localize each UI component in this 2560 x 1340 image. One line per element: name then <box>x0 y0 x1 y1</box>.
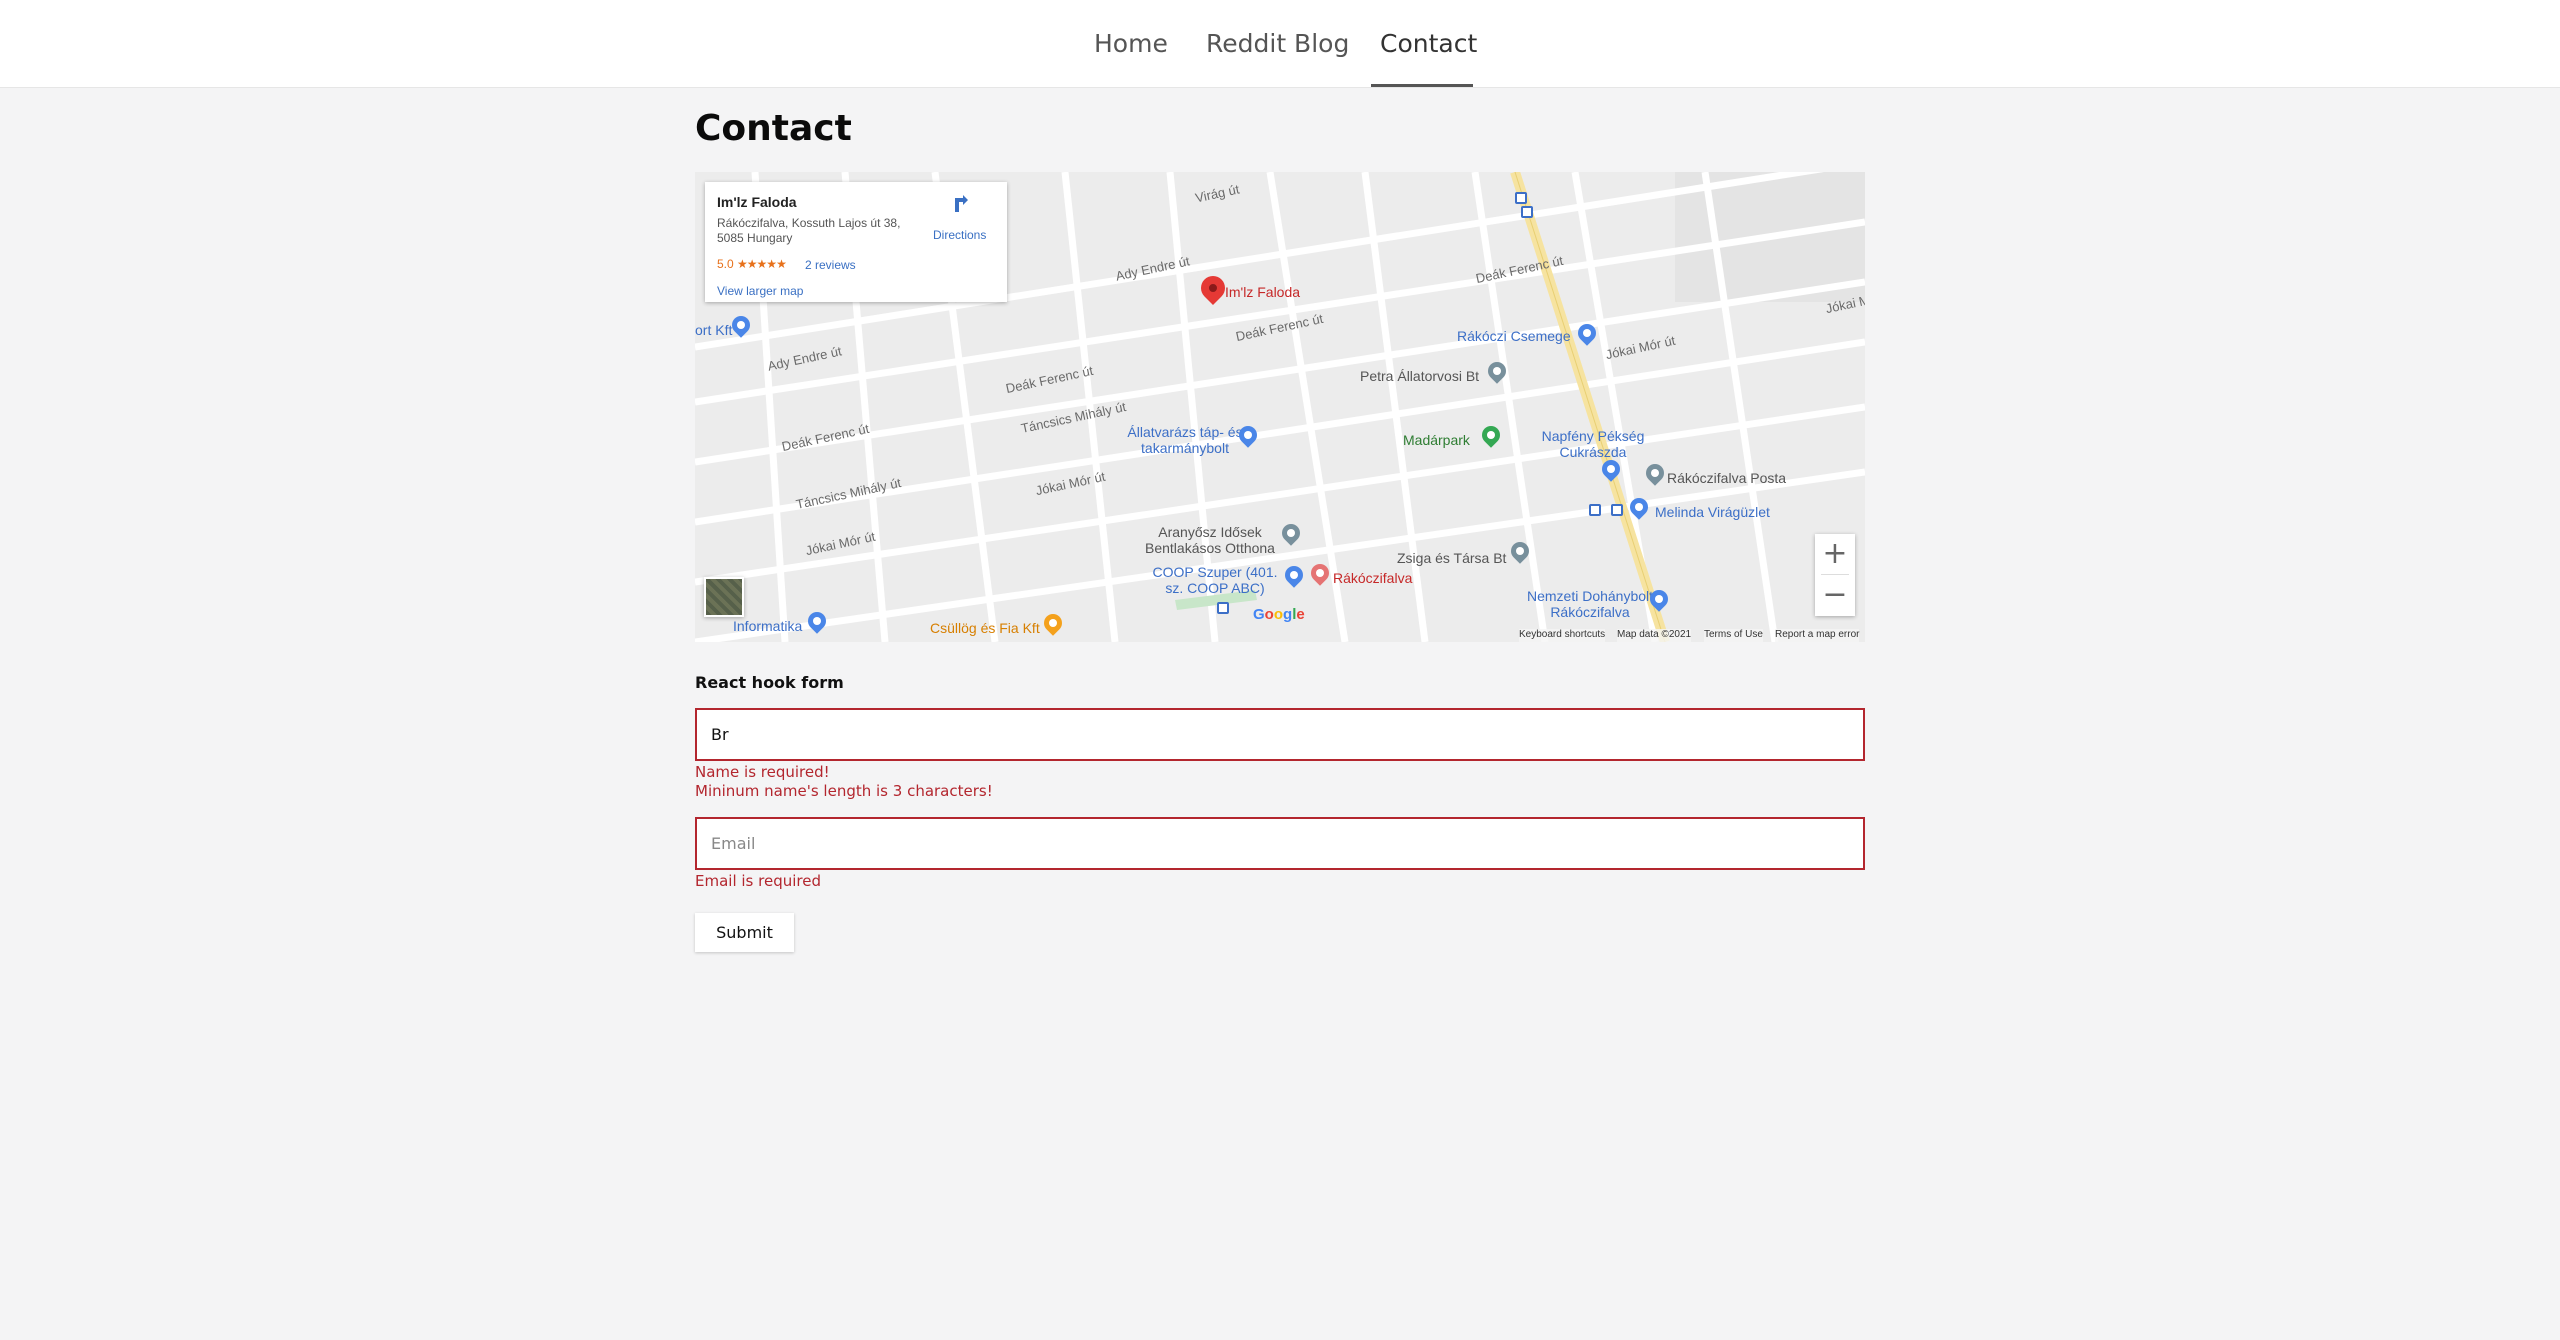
zoom-in-button[interactable]: + <box>1815 534 1855 574</box>
directions-icon[interactable] <box>951 194 973 216</box>
place-info-card: Im'lz Faloda Rákóczifalva, Kossuth Lajos… <box>705 182 1007 302</box>
poi-label[interactable]: Napfény Pékség Cukrászda <box>1533 428 1653 460</box>
zoom-out-button[interactable]: − <box>1815 575 1855 615</box>
name-length-error: Mininum name's length is 3 characters! <box>695 782 993 800</box>
satellite-toggle-button[interactable] <box>704 577 744 617</box>
poi-label[interactable]: Petra Állatorvosi Bt <box>1360 368 1479 384</box>
report-map-error-link[interactable]: Report a map error <box>1775 629 1860 642</box>
rating-value: 5.0 <box>717 257 734 271</box>
place-marker-label[interactable]: Im'lz Faloda <box>1225 284 1300 300</box>
rating-stars: ★★★★★ <box>737 257 787 271</box>
email-required-error: Email is required <box>695 872 821 890</box>
poi-label[interactable]: COOP Szuper (401. sz. COOP ABC) <box>1150 564 1280 596</box>
active-nav-indicator <box>1371 84 1473 87</box>
poi-label[interactable]: ort Kft <box>695 322 732 338</box>
place-rating: 5.0 ★★★★★ <box>717 257 787 271</box>
poi-label[interactable]: Rákóczi Csemege <box>1457 328 1571 344</box>
form-title: React hook form <box>695 673 844 692</box>
map-data-attribution: Map data ©2021 <box>1617 629 1692 642</box>
email-input[interactable] <box>695 817 1865 870</box>
nav-reddit-blog-link[interactable]: Reddit Blog <box>1206 0 1349 88</box>
bus-stop-icon[interactable] <box>1217 602 1229 614</box>
poi-label[interactable]: Madárpark <box>1403 432 1470 448</box>
name-required-error: Name is required! <box>695 763 830 781</box>
name-input[interactable] <box>695 708 1865 761</box>
directions-link[interactable]: Directions <box>933 228 986 242</box>
nav-home-link[interactable]: Home <box>1094 0 1168 88</box>
bus-stop-icon[interactable] <box>1515 192 1527 204</box>
poi-label[interactable]: Zsiga és Társa Bt <box>1397 550 1506 566</box>
top-nav: Home Reddit Blog Contact <box>0 0 2560 88</box>
google-logo: Google <box>1253 606 1305 623</box>
place-name: Im'lz Faloda <box>717 194 797 210</box>
poi-label[interactable]: Aranyősz Idősek Bentlakásos Otthona <box>1135 524 1285 556</box>
poi-label[interactable]: Informatika <box>733 618 802 634</box>
view-larger-map-link[interactable]: View larger map <box>717 284 803 298</box>
poi-label[interactable]: Rákóczifalva Posta <box>1667 470 1786 486</box>
reviews-link[interactable]: 2 reviews <box>805 258 856 272</box>
map-zoom-controls: + − <box>1815 534 1855 616</box>
poi-label[interactable]: Nemzeti Dohánybolt Rákóczifalva <box>1515 588 1665 620</box>
poi-label[interactable]: Melinda Virágüzlet <box>1655 504 1770 520</box>
poi-label[interactable]: Rákóczifalva <box>1333 570 1412 586</box>
bus-stop-icon[interactable] <box>1589 504 1601 516</box>
bus-stop-icon[interactable] <box>1521 206 1533 218</box>
place-address: Rákóczifalva, Kossuth Lajos út 38, 5085 … <box>717 216 901 245</box>
nav-contact-link[interactable]: Contact <box>1380 0 1477 88</box>
poi-label[interactable]: Állatvarázs táp- és takarmánybolt <box>1125 424 1245 456</box>
submit-button[interactable]: Submit <box>695 913 794 952</box>
page-title: Contact <box>695 108 852 149</box>
keyboard-shortcuts-link[interactable]: Keyboard shortcuts <box>1519 629 1606 642</box>
poi-label[interactable]: Csüllög és Fia Kft <box>930 620 1040 636</box>
embedded-map[interactable]: Ady Endre út Ady Endre út Deák Ferenc út… <box>695 172 1865 642</box>
bus-stop-icon[interactable] <box>1611 504 1623 516</box>
terms-of-use-link[interactable]: Terms of Use <box>1704 629 1763 642</box>
